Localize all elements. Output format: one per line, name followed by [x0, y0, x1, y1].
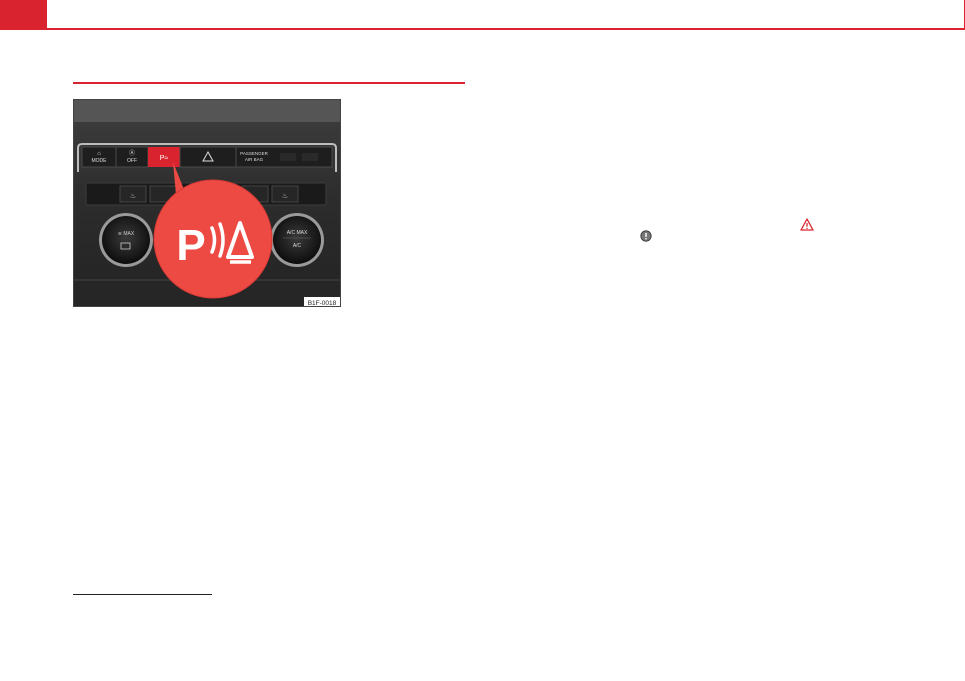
warning-triangle-icon: [800, 218, 814, 231]
svg-text:≋ MAX: ≋ MAX: [118, 231, 135, 237]
mode-label: MODE: [92, 158, 108, 164]
airbag-label: AIR BAG: [245, 157, 264, 162]
svg-text:Ⓐ: Ⓐ: [129, 149, 135, 157]
section-rule: [73, 82, 465, 84]
exclamation-circle-icon: [640, 230, 652, 242]
svg-text:♨: ♨: [130, 192, 136, 200]
header-rule: [0, 28, 965, 30]
right-knob: A/C MAX A/C: [270, 213, 324, 267]
ac-label: A/C: [293, 243, 302, 249]
passenger-label: PASSENGER: [240, 151, 268, 156]
footnote-rule: [73, 594, 212, 595]
figure-code: B1F-0018: [308, 300, 337, 307]
svg-text:P: P: [176, 221, 205, 270]
button-strip: MODE ⌂ OFF Ⓐ P≈ PASSENGER AIR BAG: [81, 146, 333, 168]
left-knob: ≋ MAX: [99, 213, 153, 267]
svg-text:⌂: ⌂: [97, 151, 101, 157]
console-figure: MODE ⌂ OFF Ⓐ P≈ PASSENGER AIR BAG ♨ ♨ ≋ …: [73, 99, 341, 307]
off-label: OFF: [127, 158, 137, 164]
svg-text:♨: ♨: [282, 192, 288, 200]
header-tab: [0, 0, 47, 29]
ac-max-label: A/C MAX: [287, 230, 308, 236]
svg-text:P≈: P≈: [160, 155, 169, 162]
